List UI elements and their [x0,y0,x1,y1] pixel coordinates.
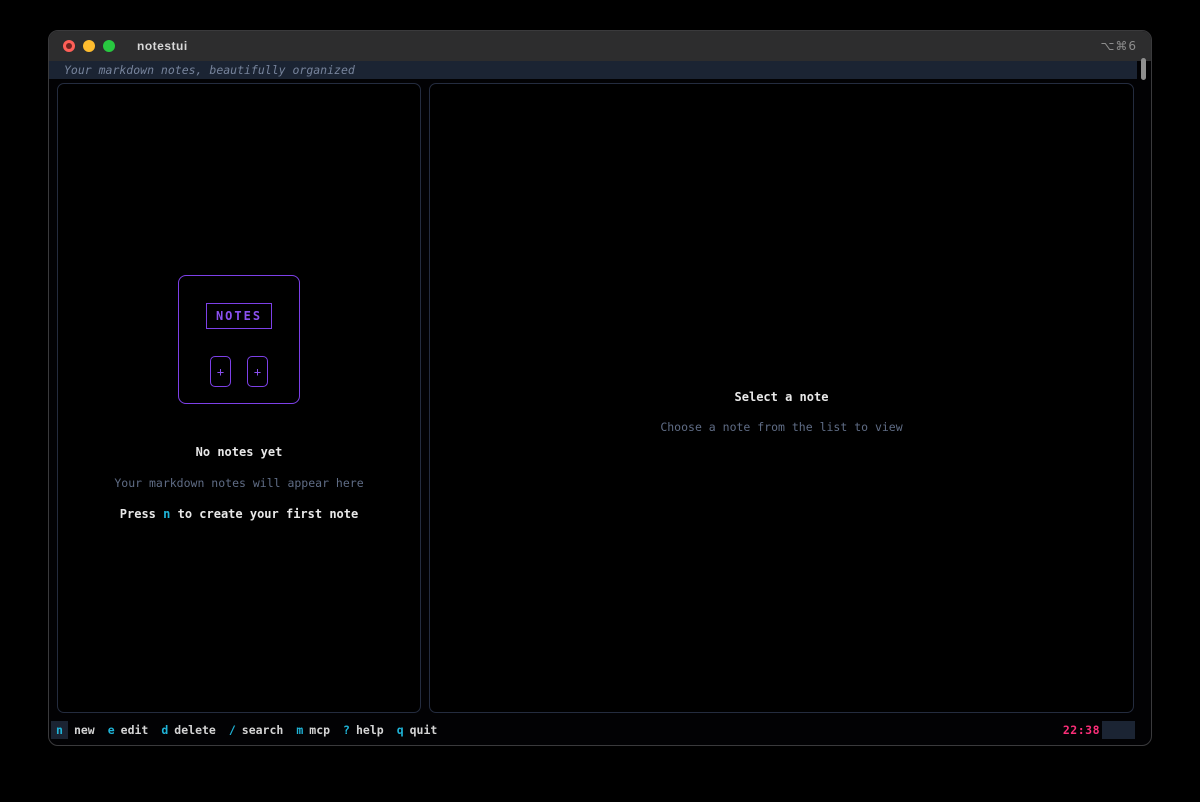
minimize-button-icon[interactable] [83,40,95,52]
plus-icon: + [247,356,268,387]
shortcut-key: / [229,723,236,737]
hint-suffix: to create your first note [170,507,358,521]
empty-state-subtitle: Your markdown notes will appear here [114,476,363,490]
shortcut-key: e [108,723,115,737]
shortcut-label: help [356,723,384,737]
shortcut-label: delete [174,723,216,737]
shortcut-key: n [51,721,68,739]
shortcut-search[interactable]: / search [229,721,283,739]
app-tagline-bar: Your markdown notes, beautifully organiz… [49,61,1137,79]
empty-state-title: No notes yet [196,445,283,459]
notes-logo: NOTES + + [178,275,300,404]
preview-placeholder-title: Select a note [735,390,829,404]
shortcut-label: mcp [309,723,330,737]
traffic-lights [63,40,115,52]
terminal-window: notestui ⌥⌘6 Your markdown notes, beauti… [48,30,1152,746]
shortcut-label: edit [121,723,149,737]
shortcut-label: new [74,723,95,737]
tab-shortcut-indicator: ⌥⌘6 [1101,39,1137,53]
notes-logo-plus-row: + + [210,356,268,387]
window-title: notestui [137,39,188,53]
app-tagline: Your markdown notes, beautifully organiz… [64,63,355,77]
titlebar: notestui ⌥⌘6 [49,31,1151,61]
preview-placeholder-subtitle: Choose a note from the list to view [660,420,902,434]
notes-list-panel: NOTES + + No notes yet Your markdown not… [57,83,421,713]
statusbar: n new e edit d delete / search m mcp ? h… [49,721,1151,739]
shortcut-label: search [242,723,284,737]
empty-state-hint: Press n to create your first note [120,507,358,521]
statusbar-end-block [1102,721,1135,739]
shortcut-key: ? [343,723,350,737]
shortcut-quit[interactable]: q quit [397,721,438,739]
shortcut-new[interactable]: n new [51,721,95,739]
hint-prefix: Press [120,507,163,521]
close-button-icon[interactable] [63,40,75,52]
shortcut-edit[interactable]: e edit [108,721,149,739]
shortcut-key: m [296,723,303,737]
scrollbar-thumb[interactable] [1141,58,1146,80]
shortcut-help[interactable]: ? help [343,721,384,739]
shortcut-delete[interactable]: d delete [161,721,215,739]
shortcut-mcp[interactable]: m mcp [296,721,330,739]
zoom-button-icon[interactable] [103,40,115,52]
shortcut-key: d [161,723,168,737]
note-preview-panel: Select a note Choose a note from the lis… [429,83,1134,713]
notes-logo-label: NOTES [206,303,272,329]
shortcut-label: quit [410,723,438,737]
shortcut-key: q [397,723,404,737]
clock: 22:38 [1063,723,1100,737]
plus-icon: + [210,356,231,387]
